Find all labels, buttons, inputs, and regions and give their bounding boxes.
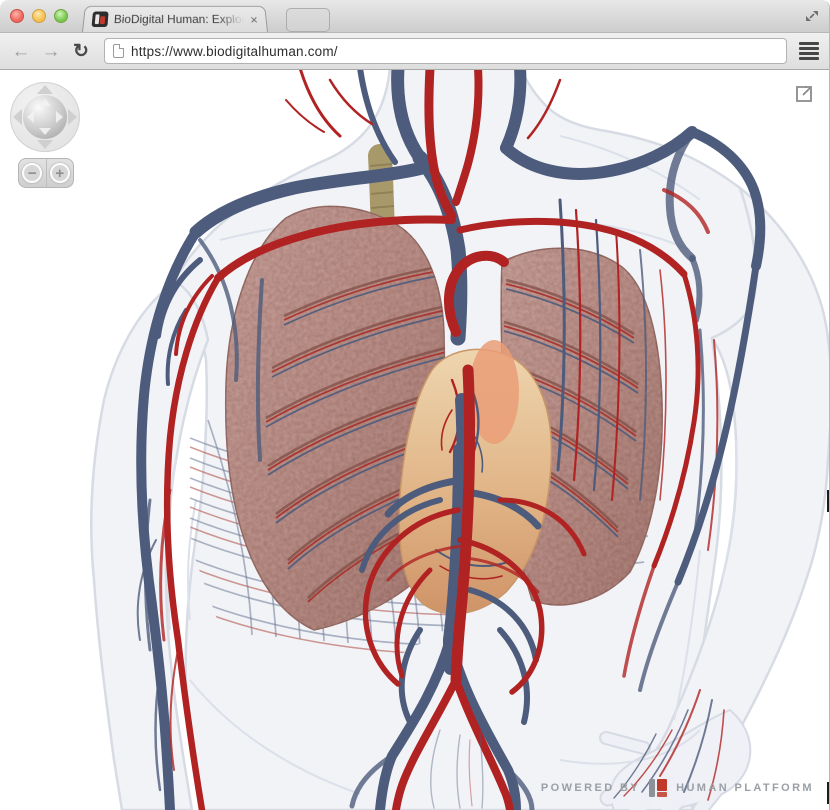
pan-orbit-control[interactable] bbox=[10, 82, 80, 152]
url-text[interactable]: https://www.biodigitalhuman.com/ bbox=[131, 44, 338, 59]
plus-icon: + bbox=[50, 163, 70, 183]
address-bar[interactable]: https://www.biodigitalhuman.com/ bbox=[104, 38, 787, 64]
anatomy-3d-viewport[interactable] bbox=[0, 70, 830, 810]
titlebar: BioDigital Human: Explore × bbox=[0, 0, 829, 32]
orbit-down-icon bbox=[39, 128, 51, 135]
viewer-content: − + POWERED BY HUMAN PLATFORM bbox=[0, 70, 830, 810]
pan-left-icon[interactable] bbox=[13, 109, 22, 125]
pan-up-icon[interactable] bbox=[37, 85, 53, 94]
browser-tab[interactable]: BioDigital Human: Explore × bbox=[82, 6, 268, 32]
human-platform-label: HUMAN PLATFORM bbox=[676, 782, 814, 794]
chrome-menu-button[interactable] bbox=[797, 40, 821, 62]
orbit-left-icon bbox=[27, 111, 34, 123]
refresh-button[interactable]: ↻ bbox=[68, 42, 94, 61]
forward-button[interactable]: → bbox=[38, 42, 64, 61]
orbit-up-icon bbox=[39, 99, 51, 106]
orbit-right-icon bbox=[56, 111, 63, 123]
biodigital-favicon-icon bbox=[91, 12, 108, 28]
powered-by-branding: POWERED BY HUMAN PLATFORM bbox=[541, 778, 814, 798]
page-icon bbox=[113, 44, 124, 58]
pan-right-icon[interactable] bbox=[68, 109, 77, 125]
share-external-link-icon[interactable] bbox=[794, 84, 814, 104]
pan-down-icon[interactable] bbox=[37, 140, 53, 149]
zoom-out-button[interactable]: − bbox=[19, 159, 46, 187]
minimize-window-button[interactable] bbox=[32, 9, 46, 23]
heart-atrium bbox=[469, 340, 519, 444]
new-tab-button[interactable] bbox=[286, 8, 330, 32]
browser-window: BioDigital Human: Explore × ← → ↻ https:… bbox=[0, 0, 830, 810]
zoom-controls: − + bbox=[18, 158, 74, 188]
zoom-in-button[interactable]: + bbox=[46, 159, 74, 187]
back-button[interactable]: ← bbox=[8, 42, 34, 61]
close-window-button[interactable] bbox=[10, 9, 24, 23]
browser-toolbar: ← → ↻ https://www.biodigitalhuman.com/ bbox=[0, 32, 829, 70]
tab-close-icon[interactable]: × bbox=[250, 13, 259, 26]
biodigital-logo-icon bbox=[648, 778, 668, 798]
tab-title: BioDigital Human: Explore bbox=[113, 12, 244, 26]
zoom-window-button[interactable] bbox=[54, 9, 68, 23]
minus-icon: − bbox=[22, 163, 42, 183]
powered-by-label: POWERED BY bbox=[541, 782, 640, 794]
orbit-sphere[interactable] bbox=[23, 95, 67, 139]
fullscreen-resize-icon[interactable] bbox=[803, 7, 821, 25]
